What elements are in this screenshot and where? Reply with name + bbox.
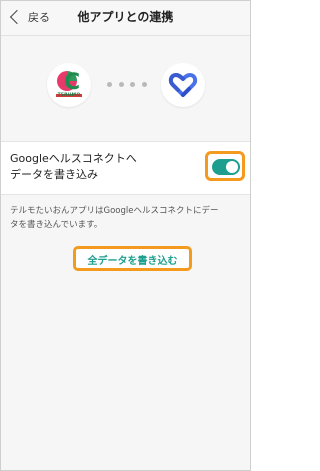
- connection-dots-icon: [107, 82, 147, 88]
- google-health-connect-icon: [161, 63, 205, 107]
- label-line-1: Googleヘルスコネクトへ: [10, 152, 137, 165]
- health-connect-logo-icon: [168, 72, 198, 97]
- description-text: テルモたいおんアプリはGoogleヘルスコネクトにデー タを書き込んでいます。: [10, 204, 242, 232]
- terumo-app-icon: C TERUMO: [47, 63, 91, 107]
- write-all-data-button[interactable]: 全データを書き込む: [76, 252, 189, 267]
- health-connect-write-row: Googleヘルスコネクトへ データを書き込み: [1, 141, 250, 195]
- description-line-2: タを書き込んでいます。: [10, 220, 103, 230]
- app-link-area: C TERUMO: [1, 36, 250, 140]
- health-connect-write-label: Googleヘルスコネクトへ データを書き込み: [10, 151, 190, 183]
- navigation-bar: 戻る 他アプリとの連携: [1, 1, 250, 36]
- page-title: 他アプリとの連携: [77, 10, 174, 24]
- terumo-logo-icon: C: [56, 70, 82, 97]
- toggle-knob: [226, 161, 238, 173]
- terumo-wordmark: TERUMO: [57, 93, 81, 98]
- screen: 戻る 他アプリとの連携 C TERUMO Googleヘルスコネクトへ データを…: [0, 0, 251, 471]
- label-line-2: データを書き込み: [10, 168, 98, 181]
- toggle-highlight: [205, 151, 245, 181]
- description-line-1: テルモたいおんアプリはGoogleヘルスコネクトにデー: [10, 206, 219, 216]
- svg-text:C: C: [64, 70, 80, 95]
- write-all-highlight: 全データを書き込む: [73, 246, 192, 271]
- health-connect-write-toggle[interactable]: [212, 159, 240, 175]
